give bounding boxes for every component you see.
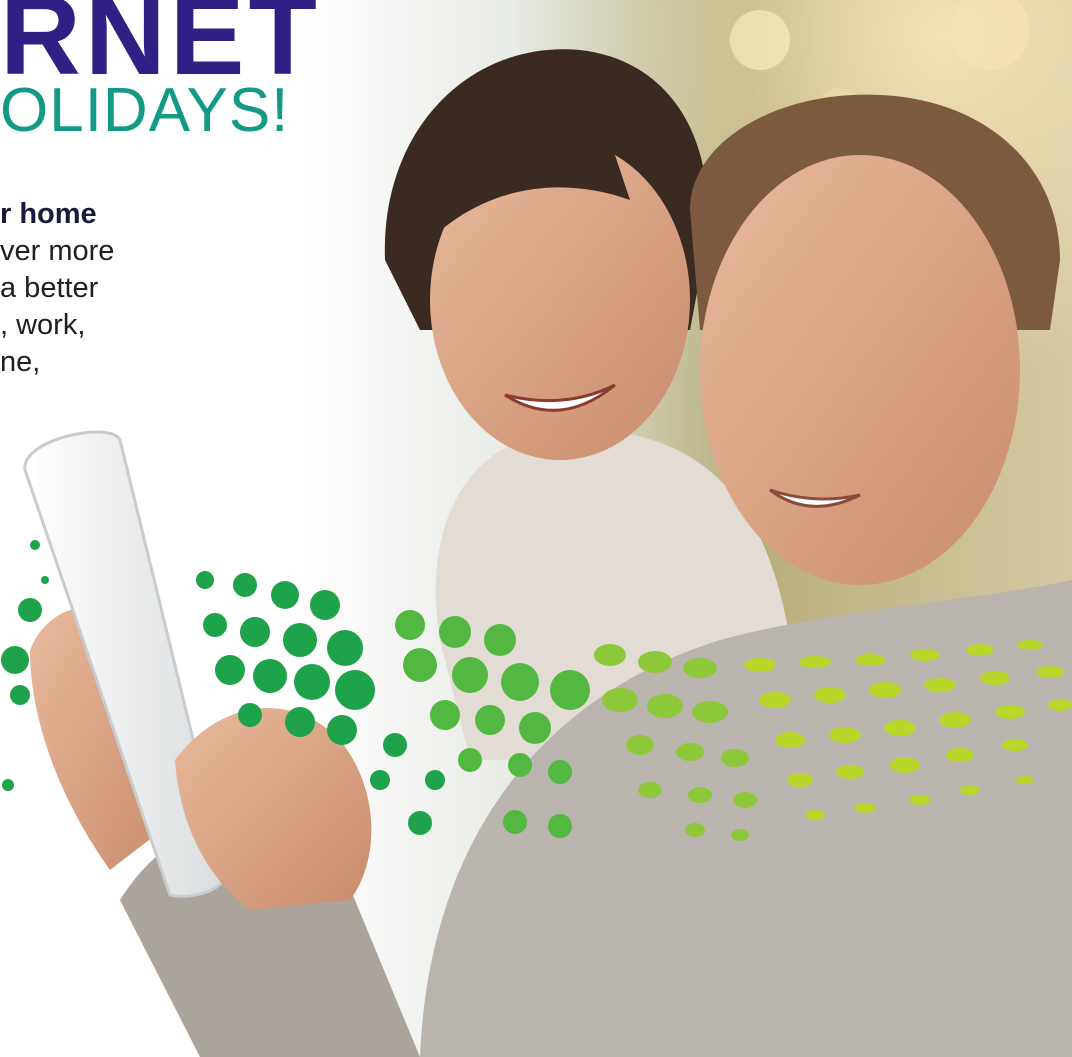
- body-line: r home: [0, 198, 97, 230]
- body-line: , work,: [0, 309, 86, 341]
- promo-banner: RNET OLIDAYS! r home ver more a better ,…: [0, 0, 1072, 1057]
- subheadline: OLIDAYS!: [0, 76, 290, 145]
- body-line: ver more: [0, 235, 115, 267]
- body-line: a better: [0, 272, 99, 304]
- couple-with-tablet-photo: [0, 0, 1072, 1057]
- body-line: ne,: [0, 346, 41, 378]
- promo-body-text: r home ver more a better , work, ne,: [0, 196, 320, 381]
